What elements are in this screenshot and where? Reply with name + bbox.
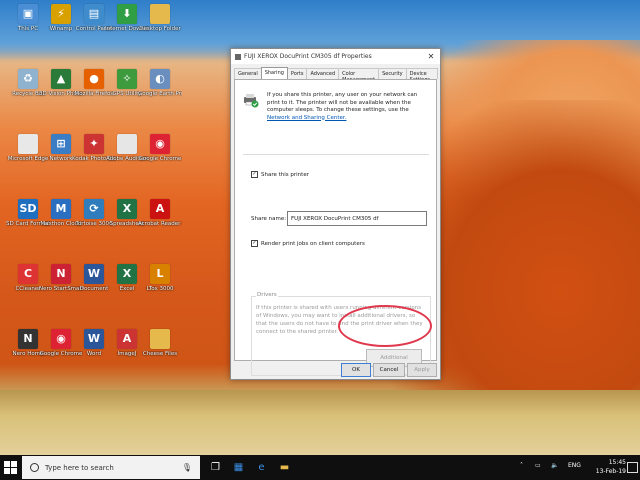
grassland [0, 390, 640, 455]
clock-time: 15:45 [608, 459, 626, 466]
render-jobs-label: Render print jobs on client computers [261, 240, 365, 247]
volume-icon[interactable]: 🔈 [551, 462, 558, 469]
clock[interactable]: 15:45 13-Feb-19 [596, 458, 626, 476]
language-indicator[interactable]: ENG [568, 462, 581, 469]
tortoise-icon: ⟳ [84, 199, 104, 219]
taskbar-search-box[interactable]: Type here to search 🎙 [22, 456, 200, 479]
red-highlight-circle [338, 305, 432, 347]
desktop-shortcut[interactable]: Desktop Folder [138, 4, 182, 33]
desktop-shortcut-label: Desktop Folder [139, 26, 181, 32]
audition-icon [117, 134, 137, 154]
folder-icon [150, 329, 170, 349]
file-explorer-icon[interactable]: ▬ [277, 460, 292, 475]
nero-icon: N [18, 329, 38, 349]
shared-printer-icon [244, 94, 259, 108]
tab-color-management[interactable]: Color Management [338, 68, 380, 83]
photo-studio-icon: ✦ [84, 134, 104, 154]
ok-button[interactable]: OK [341, 363, 371, 377]
dialog-title: FUJI XEROX DocuPrint CM305 df Properties [244, 53, 372, 60]
dialog-titlebar[interactable]: FUJI XEROX DocuPrint CM305 df Properties… [231, 49, 440, 64]
cancel-button[interactable]: Cancel [373, 363, 405, 377]
share-printer-checkbox[interactable]: ✓ Share this printer [251, 171, 309, 178]
search-placeholder: Type here to search [45, 463, 114, 472]
ltox-icon: L [150, 264, 170, 284]
desktop-shortcut[interactable]: A Acrobat Reader DC [138, 199, 182, 228]
share-name-input[interactable]: FUJI XEROX DocuPrint CM305 df [287, 211, 427, 226]
firefox-icon: ● [84, 69, 104, 89]
chrome-icon: ◉ [150, 134, 170, 154]
checkbox-checked-icon: ✓ [251, 240, 258, 247]
desktop-shortcut[interactable]: ◉ Google Chrome [138, 134, 182, 163]
desktop-shortcut-label: Cheese Files [142, 351, 178, 357]
word-icon: W [84, 329, 104, 349]
nero-smart-icon: N [51, 264, 71, 284]
apply-button[interactable]: Apply [407, 363, 437, 377]
tab-security[interactable]: Security [378, 68, 407, 79]
share-printer-label: Share this printer [261, 171, 309, 178]
tab-device-settings[interactable]: Device Settings [405, 68, 438, 83]
desktop-shortcut-label: Google Earth Pro [138, 91, 182, 97]
render-jobs-checkbox[interactable]: ✓ Render print jobs on client computers [251, 240, 365, 247]
share-name-label: Share name: [251, 216, 287, 222]
info-text: If you share this printer, any user on y… [267, 92, 418, 113]
cortana-icon [30, 463, 39, 472]
network-status-icon[interactable]: ▭ [535, 462, 541, 469]
checkbox-checked-icon: ✓ [251, 171, 258, 178]
desktop-shortcut[interactable]: ◐ Google Earth Pro [138, 69, 182, 98]
printer-icon [235, 53, 241, 60]
clock-date: 13-Feb-19 [595, 468, 626, 475]
sharing-info-text: If you share this printer, any user on y… [267, 92, 429, 122]
desktop-shortcut-label: Acrobat Reader DC [138, 221, 182, 227]
photo-viewer-icon: ▲ [51, 69, 71, 89]
document-icon [18, 134, 38, 154]
store-icon[interactable]: ▦ [231, 460, 246, 475]
divider [243, 154, 429, 155]
tab-strip: General Sharing Ports Advanced Color Man… [231, 64, 440, 83]
chrome-icon: ◉ [51, 329, 71, 349]
microphone-icon[interactable]: 🎙 [182, 463, 192, 472]
tab-general[interactable]: General [234, 68, 262, 79]
close-icon[interactable]: ✕ [422, 52, 440, 61]
taskbar: Type here to search 🎙 ❐ ▦ e ▬ ˄ ▭ 🔈 ENG … [0, 455, 640, 480]
ccleaner-icon: C [18, 264, 38, 284]
folder-icon [150, 4, 170, 24]
maxthon-icon: M [51, 199, 71, 219]
acrobat-icon: A [150, 199, 170, 219]
excel-doc-icon: X [117, 199, 137, 219]
desktop-shortcut-label: Google Chrome [138, 156, 182, 162]
excel-icon: X [117, 264, 137, 284]
windows-start-icon[interactable] [4, 461, 17, 474]
network-icon: ⊞ [51, 134, 71, 154]
control-panel-icon: ▤ [84, 4, 104, 24]
idm-icon: ⬇ [117, 4, 137, 24]
show-hidden-icons-icon[interactable]: ˄ [520, 462, 523, 469]
desktop-shortcut[interactable]: L LTox 3000 [138, 264, 182, 293]
tab-advanced[interactable]: Advanced [306, 68, 340, 79]
recycle-bin-icon: ♻ [18, 69, 38, 89]
task-view-icon[interactable]: ❐ [208, 460, 223, 475]
desktop-shortcut[interactable]: Cheese Files [138, 329, 182, 358]
edge-icon[interactable]: e [254, 460, 269, 475]
computer-icon: ▣ [18, 4, 38, 24]
tab-ports[interactable]: Ports [286, 68, 308, 79]
winamp-icon: ⚡ [51, 4, 71, 24]
sd-card-icon: SD [18, 199, 38, 219]
imagej-icon: A [117, 329, 137, 349]
word-doc-icon: W [84, 264, 104, 284]
drivers-legend: Drivers [256, 292, 278, 298]
desktop: ▣ This PC ♻ Recycle Bin Microsoft Edge SD SD C… [0, 0, 640, 455]
network-sharing-center-link[interactable]: Network and Sharing Center. [267, 115, 346, 121]
desktop-shortcut-label: LTox 3000 [146, 286, 174, 292]
google-earth-icon: ◐ [150, 69, 170, 89]
notifications-icon[interactable] [627, 462, 638, 473]
gps-icon: ✧ [117, 69, 137, 89]
